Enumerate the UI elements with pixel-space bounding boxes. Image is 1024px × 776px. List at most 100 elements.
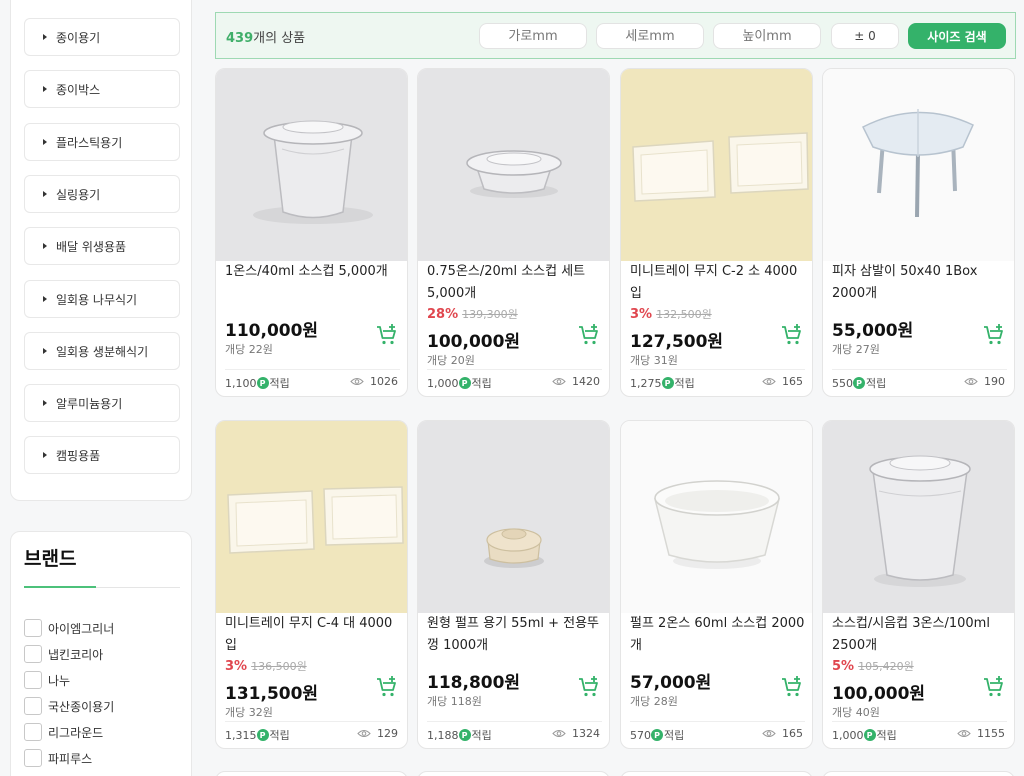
- brand-checkbox[interactable]: [24, 723, 42, 741]
- product-price: 131,500원: [225, 684, 319, 704]
- brand-label: 국산종이용기: [48, 699, 115, 714]
- brand-filter-item[interactable]: 파피루스: [24, 749, 92, 767]
- product-count-suffix: 개의 상품: [253, 31, 306, 46]
- product-card[interactable]: 0.75온스/20ml 소스컵 세트 5,000개 28% 139,300원 10…: [417, 68, 610, 397]
- product-name[interactable]: 1온스/40ml 소스컵 5,000개: [225, 261, 400, 283]
- brand-label: 나누: [48, 673, 71, 688]
- brand-filter-item[interactable]: 국산종이용기: [24, 697, 114, 715]
- point-coin-icon: P: [458, 729, 471, 741]
- product-card[interactable]: 미니트레이 무지 C-2 소 4000입 3% 132,500원 127,500원…: [620, 68, 813, 397]
- product-name[interactable]: 미니트레이 무지 C-2 소 4000입: [630, 261, 805, 305]
- points-value: 1,100: [225, 376, 257, 390]
- points-value: 550: [832, 376, 853, 390]
- points-suffix: 적립: [269, 377, 290, 390]
- size-search-button[interactable]: 사이즈 검색: [908, 23, 1006, 49]
- product-image[interactable]: [823, 69, 1014, 261]
- add-to-cart-icon[interactable]: [375, 323, 399, 347]
- brand-checkbox[interactable]: [24, 671, 42, 689]
- category-item-paper-box[interactable]: 종이박스: [24, 70, 180, 108]
- category-item-plastic-container[interactable]: 플라스틱용기: [24, 123, 180, 161]
- width-input[interactable]: [479, 23, 587, 49]
- add-to-cart-icon[interactable]: [375, 675, 399, 699]
- height-input[interactable]: [713, 23, 821, 49]
- category-item-wooden-cutlery[interactable]: 일회용 나무식기: [24, 280, 180, 318]
- add-to-cart-icon[interactable]: [577, 323, 601, 347]
- product-name[interactable]: 0.75온스/20ml 소스컵 세트 5,000개: [427, 261, 602, 305]
- add-to-cart-icon[interactable]: [982, 323, 1006, 347]
- product-image[interactable]: [621, 69, 812, 261]
- depth-input[interactable]: [596, 23, 704, 49]
- brand-title-divider: [24, 586, 180, 588]
- product-name[interactable]: 원형 펄프 용기 55ml + 전용뚜껑 1000개: [427, 613, 602, 657]
- brand-checkbox[interactable]: [24, 697, 42, 715]
- brand-filter-item[interactable]: 아이엠그리너: [24, 619, 114, 637]
- points-suffix: 적립: [876, 729, 897, 742]
- product-card-partial[interactable]: [620, 771, 813, 776]
- product-name[interactable]: 피자 삼발이 50x40 1Box 2000개: [832, 261, 1007, 305]
- product-card[interactable]: 1온스/40ml 소스컵 5,000개 110,000원 개당 22원 1,10…: [215, 68, 408, 397]
- brand-filter-item[interactable]: 나누: [24, 671, 70, 689]
- discount-rate: 5% 105,420원: [832, 658, 914, 674]
- brand-checkbox[interactable]: [24, 645, 42, 663]
- product-image[interactable]: [216, 421, 407, 613]
- product-card[interactable]: 피자 삼발이 50x40 1Box 2000개 55,000원 개당 27원 5…: [822, 68, 1015, 397]
- brand-filter-item[interactable]: 리그라운드: [24, 723, 103, 741]
- eye-icon: [964, 378, 978, 385]
- category-item-sealing-container[interactable]: 실링용기: [24, 175, 180, 213]
- add-to-cart-icon[interactable]: [780, 323, 804, 347]
- product-card[interactable]: 펄프 2온스 60ml 소스컵 2000개 57,000원 개당 28원 570…: [620, 420, 813, 749]
- view-count: 1324: [552, 727, 600, 740]
- original-price: 132,500원: [656, 308, 712, 321]
- unit-price: 개당 118원: [427, 695, 482, 708]
- unit-price: 개당 31원: [630, 354, 678, 367]
- points-suffix: 적립: [674, 377, 695, 390]
- product-image[interactable]: [823, 421, 1014, 613]
- category-panel: 종이용기 종이박스 플라스틱용기 실링용기 배달 위생용품 일회용 나무식기 일…: [10, 0, 192, 501]
- brand-filter-item[interactable]: 냅킨코리아: [24, 645, 103, 663]
- product-price: 127,500원: [630, 332, 724, 352]
- product-image[interactable]: [216, 69, 407, 261]
- points-value: 1,000: [427, 376, 459, 390]
- product-card-partial[interactable]: [215, 771, 408, 776]
- category-item-biodegradable-cutlery[interactable]: 일회용 생분해식기: [24, 332, 180, 370]
- add-to-cart-icon[interactable]: [982, 675, 1006, 699]
- category-item-paper-container[interactable]: 종이용기: [24, 18, 180, 56]
- reward-points: 550 P 적립: [832, 375, 886, 391]
- brand-checkbox[interactable]: [24, 749, 42, 767]
- discount-rate: 28% 139,300원: [427, 306, 518, 322]
- card-divider: [427, 721, 602, 722]
- tolerance-select[interactable]: ± 0: [831, 23, 899, 49]
- product-card-partial[interactable]: [417, 771, 610, 776]
- product-image[interactable]: [621, 421, 812, 613]
- paper-trays-image: [632, 132, 809, 202]
- product-name[interactable]: 미니트레이 무지 C-4 대 4000입: [225, 613, 400, 657]
- add-to-cart-icon[interactable]: [780, 675, 804, 699]
- product-price: 100,000원: [832, 684, 926, 704]
- view-count: 1026: [350, 375, 398, 388]
- unit-price: 개당 28원: [630, 695, 678, 708]
- points-suffix: 적립: [471, 729, 492, 742]
- category-item-camping[interactable]: 캠핑용품: [24, 436, 180, 474]
- views-value: 1324: [572, 727, 600, 740]
- category-item-delivery-hygiene[interactable]: 배달 위생용품: [24, 227, 180, 265]
- views-value: 165: [782, 375, 803, 388]
- category-item-aluminum-container[interactable]: 알루미늄용기: [24, 384, 180, 422]
- category-label: 일회용 생분해식기: [56, 344, 149, 359]
- product-name[interactable]: 소스컵/시음컵 3온스/100ml 2500개: [832, 613, 1007, 657]
- unit-price: 개당 20원: [427, 354, 475, 367]
- product-card[interactable]: 소스컵/시음컵 3온스/100ml 2500개 5% 105,420원 100,0…: [822, 420, 1015, 749]
- views-value: 1155: [977, 727, 1005, 740]
- product-card-partial[interactable]: [822, 771, 1015, 776]
- product-image[interactable]: [418, 69, 609, 261]
- caret-right-icon: [43, 86, 47, 92]
- add-to-cart-icon[interactable]: [577, 675, 601, 699]
- size-search-bar: 439개의 상품 ± 0 사이즈 검색: [215, 12, 1016, 59]
- clear-cup-lid-image: [253, 120, 373, 224]
- product-name[interactable]: 펄프 2온스 60ml 소스컵 2000개: [630, 613, 805, 657]
- product-card[interactable]: 미니트레이 무지 C-4 대 4000입 3% 136,500원 131,500원…: [215, 420, 408, 749]
- product-image[interactable]: [418, 421, 609, 613]
- pulp-container-image: [484, 528, 544, 568]
- brand-checkbox[interactable]: [24, 619, 42, 637]
- product-card[interactable]: 원형 펄프 용기 55ml + 전용뚜껑 1000개 118,800원 개당 1…: [417, 420, 610, 749]
- caret-right-icon: [43, 243, 47, 249]
